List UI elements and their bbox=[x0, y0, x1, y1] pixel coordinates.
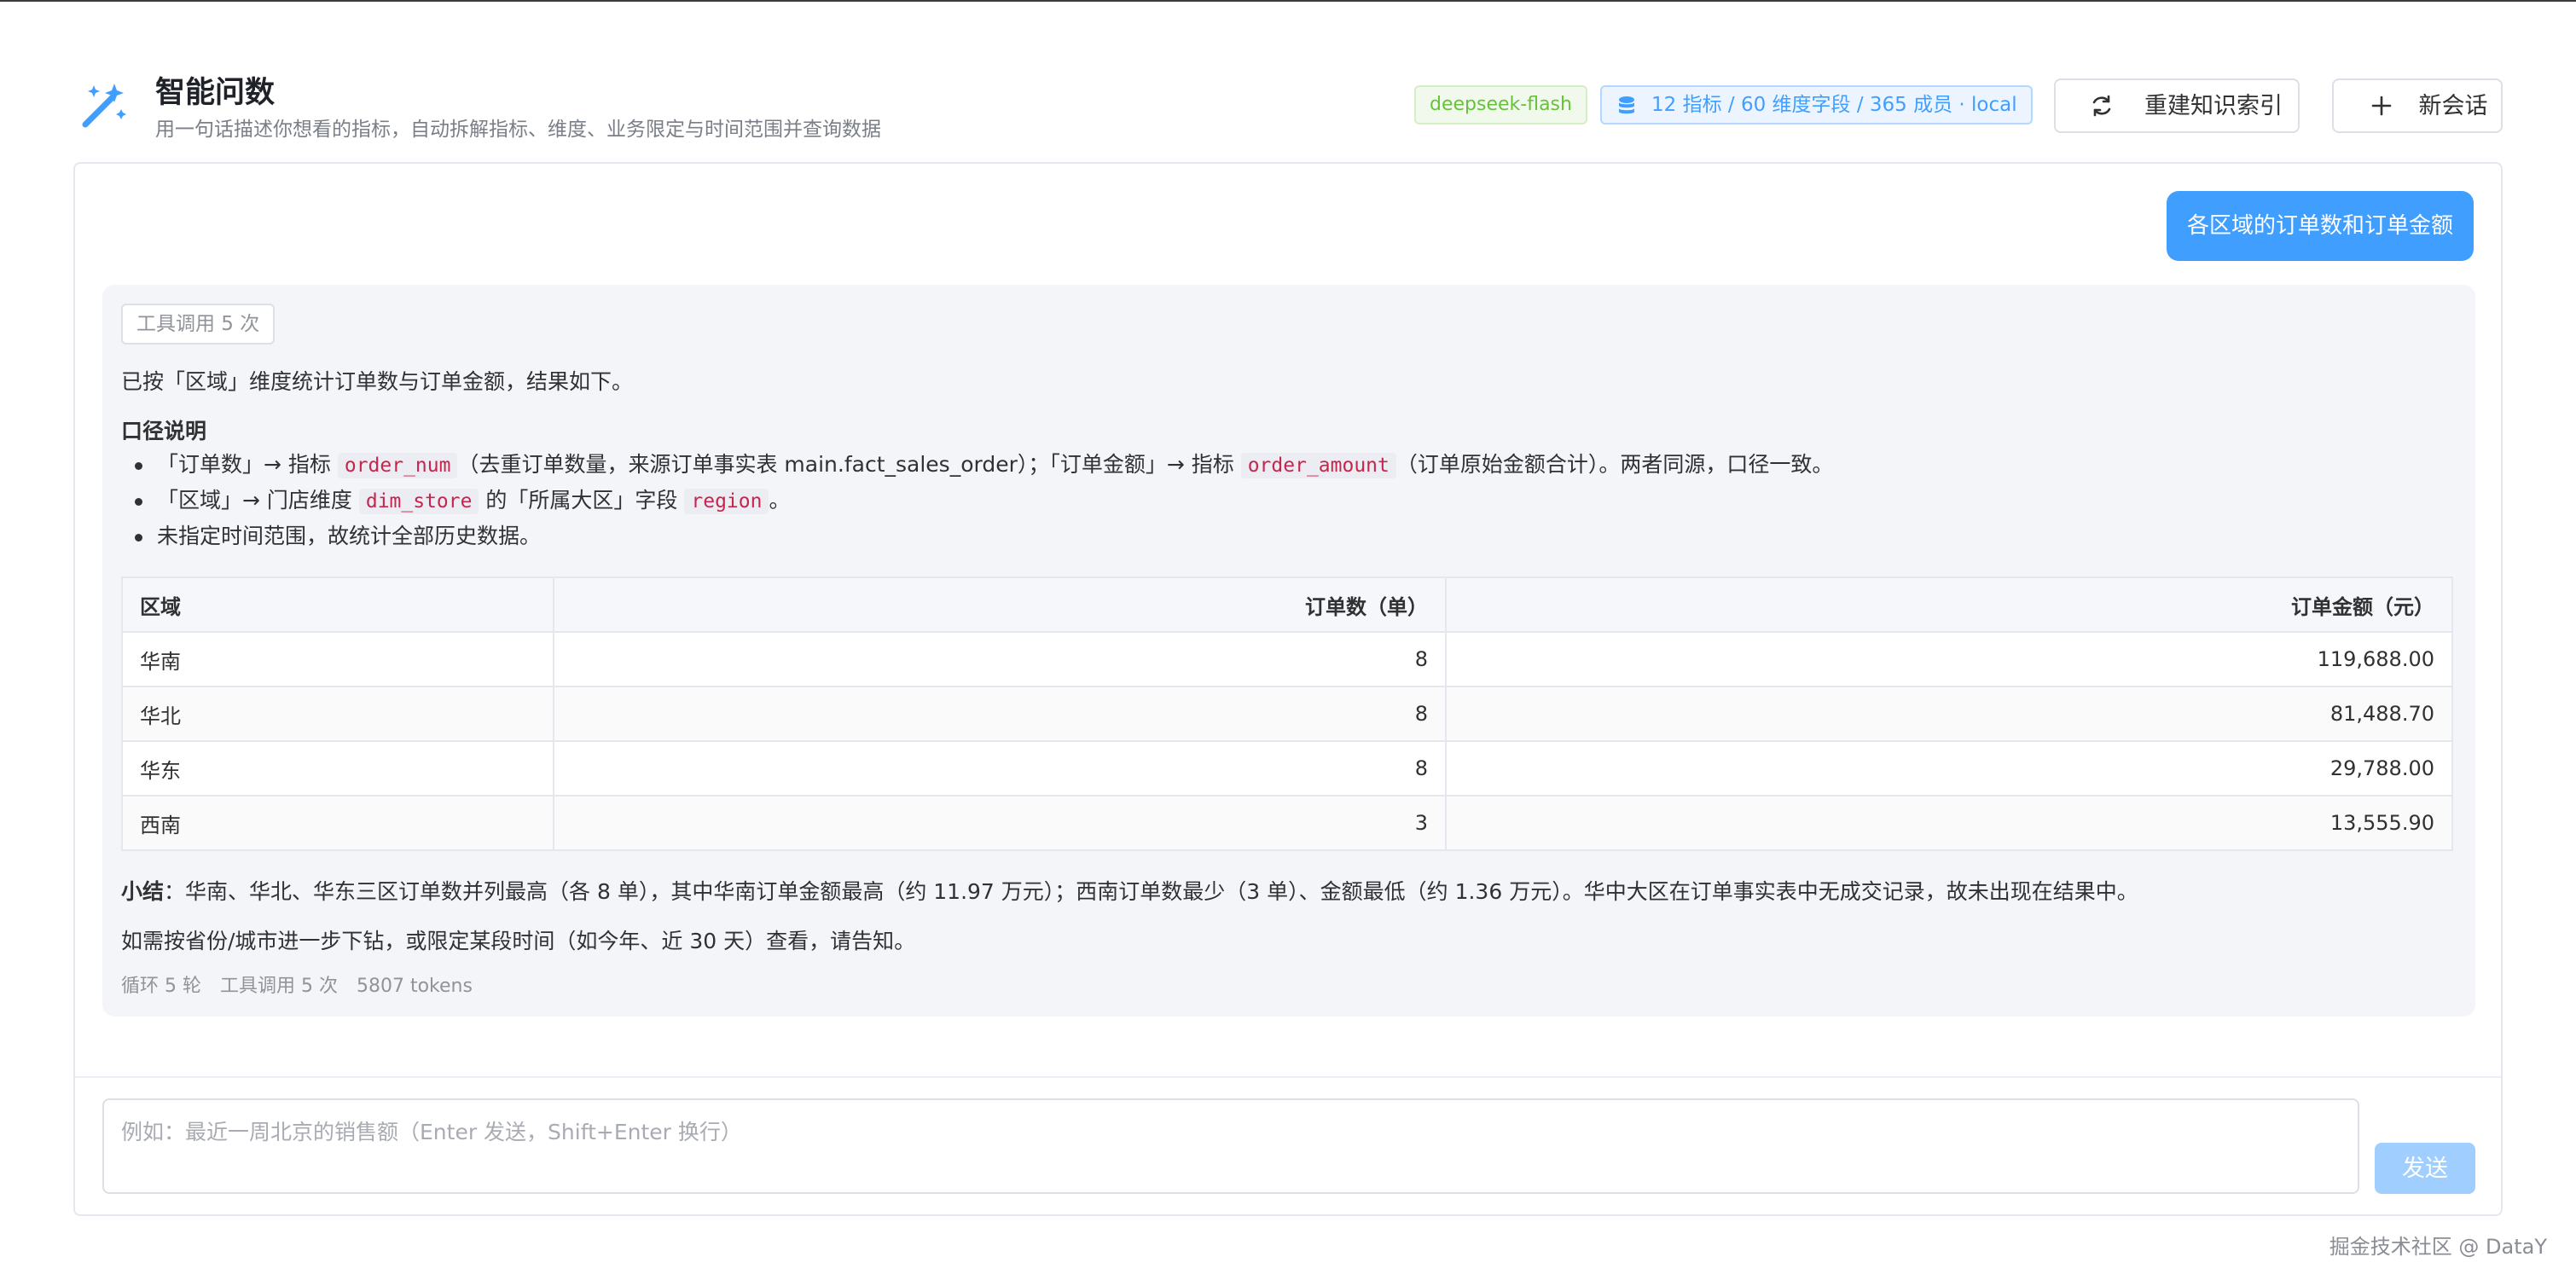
table-cell: 8 bbox=[553, 740, 1447, 797]
tool-calls-chip[interactable]: 工具调用 5 次 bbox=[121, 304, 276, 345]
loop-count: 循环 5 轮 bbox=[121, 976, 201, 997]
table-cell: 81,488.70 bbox=[1445, 686, 2453, 742]
page-header: 智能问数 用一句话描述你想看的指标，自动拆解指标、维度、业务限定与时间范围并查询… bbox=[73, 67, 2503, 142]
table-cell: 119,688.00 bbox=[1445, 631, 2453, 687]
rebuild-index-button[interactable]: 重建知识索引 bbox=[2054, 78, 2300, 133]
database-icon bbox=[1619, 96, 1634, 114]
reply-summary: 小结：华南、华北、华东三区订单数并列最高（各 8 单），其中华南订单金额最高（约… bbox=[121, 875, 2138, 906]
table-cell: 西南 bbox=[121, 795, 554, 851]
magic-wand-icon bbox=[82, 84, 126, 128]
table-cell: 29,788.00 bbox=[1445, 740, 2453, 797]
send-button[interactable]: 发送 bbox=[2375, 1143, 2475, 1194]
table-header-row: 区域 订单数（单） 订单金额（元） bbox=[121, 576, 2453, 633]
user-message-bubble: 各区域的订单数和订单金额 bbox=[2166, 191, 2474, 261]
table-cell: 华南 bbox=[121, 631, 554, 687]
table-cell: 3 bbox=[553, 795, 1447, 851]
tool-call-count: 工具调用 5 次 bbox=[219, 976, 338, 997]
section-title: 口径说明 bbox=[121, 419, 207, 443]
bullet-text: 「订单数」→ 指标 bbox=[157, 452, 338, 477]
bullet-text: 的「所属大区」字段 bbox=[479, 488, 685, 513]
plus-icon bbox=[2371, 96, 2392, 116]
definition-list: 「订单数」→ 指标 order_num （去重订单数量，来源订单事实表 main.… bbox=[121, 447, 2458, 554]
input-divider bbox=[75, 1076, 2501, 1078]
bullet-text: （去重订单数量，来源订单事实表 main.fact_sales_order）；「… bbox=[457, 452, 1241, 477]
list-item: 「订单数」→ 指标 order_num （去重订单数量，来源订单事实表 main.… bbox=[121, 447, 2458, 483]
new-chat-label: 新会话 bbox=[2418, 93, 2488, 119]
reply-intro: 已按「区域」维度统计订单数与订单金额，结果如下。 bbox=[121, 369, 634, 394]
summary-label: 小结 bbox=[121, 879, 165, 904]
reply-followup: 如需按省份/城市进一步下钻，或限定某段时间（如今年、近 30 天）查看，请告知。 bbox=[121, 929, 916, 953]
metric-code: order_num bbox=[337, 453, 458, 478]
rebuild-index-label: 重建知识索引 bbox=[2144, 93, 2283, 119]
refresh-icon bbox=[2092, 95, 2111, 117]
page-title: 智能问数 bbox=[155, 76, 276, 110]
dimension-code: dim_store bbox=[358, 489, 479, 514]
column-header-region: 区域 bbox=[121, 576, 554, 633]
assistant-reply: 工具调用 5 次 已按「区域」维度统计订单数与订单金额，结果如下。 口径说明 「… bbox=[102, 285, 2475, 1017]
metric-code: order_amount bbox=[1240, 453, 1396, 478]
bullet-text: （订单原始金额合计）。两者同源，口径一致。 bbox=[1395, 452, 1834, 477]
bullet-text: 未指定时间范围，故统计全部历史数据。 bbox=[157, 524, 542, 548]
summary-text: ：华南、华北、华东三区订单数并列最高（各 8 单），其中华南订单金额最高（约 1… bbox=[164, 879, 2138, 904]
table-row: 华南 8 119,688.00 bbox=[121, 631, 2453, 687]
column-header-order-amount: 订单金额（元） bbox=[1445, 576, 2453, 633]
field-code: region bbox=[684, 489, 769, 514]
model-tag: deepseek-flash bbox=[1414, 85, 1587, 125]
list-item: 「区域」→ 门店维度 dim_store 的「所属大区」字段 region。 bbox=[121, 483, 2458, 518]
page-subtitle: 用一句话描述你想看的指标，自动拆解指标、维度、业务限定与时间范围并查询数据 bbox=[155, 119, 881, 141]
table-cell: 13,555.90 bbox=[1445, 795, 2453, 851]
table-row: 华北 8 81,488.70 bbox=[121, 686, 2453, 742]
result-table: 区域 订单数（单） 订单金额（元） 华南 8 119,688.00 华北 8 8… bbox=[121, 576, 2453, 851]
knowledge-base-tag-label: 12 指标 / 60 维度字段 / 365 成员 · local bbox=[1651, 94, 2017, 116]
question-input[interactable] bbox=[102, 1098, 2359, 1194]
bullet-text: 「区域」→ 门店维度 bbox=[157, 488, 359, 513]
table-row: 华东 8 29,788.00 bbox=[121, 740, 2453, 797]
watermark: 掘金技术社区 @ DataY bbox=[2329, 1235, 2547, 1259]
knowledge-base-tag: 12 指标 / 60 维度字段 / 365 成员 · local bbox=[1600, 85, 2033, 125]
chat-panel: 各区域的订单数和订单金额 工具调用 5 次 已按「区域」维度统计订单数与订单金额… bbox=[73, 162, 2503, 1216]
bullet-text: 。 bbox=[769, 488, 791, 513]
table-cell: 8 bbox=[553, 686, 1447, 742]
table-cell: 华东 bbox=[121, 740, 554, 797]
token-count: 5807 tokens bbox=[356, 976, 473, 997]
list-item: 未指定时间范围，故统计全部历史数据。 bbox=[121, 518, 2458, 554]
table-row: 西南 3 13,555.90 bbox=[121, 795, 2453, 851]
new-chat-button[interactable]: 新会话 bbox=[2332, 78, 2503, 133]
table-cell: 8 bbox=[553, 631, 1447, 687]
column-header-order-count: 订单数（单） bbox=[553, 576, 1447, 633]
table-cell: 华北 bbox=[121, 686, 554, 742]
reply-stats: 循环 5 轮工具调用 5 次 5807 tokens bbox=[121, 970, 491, 998]
